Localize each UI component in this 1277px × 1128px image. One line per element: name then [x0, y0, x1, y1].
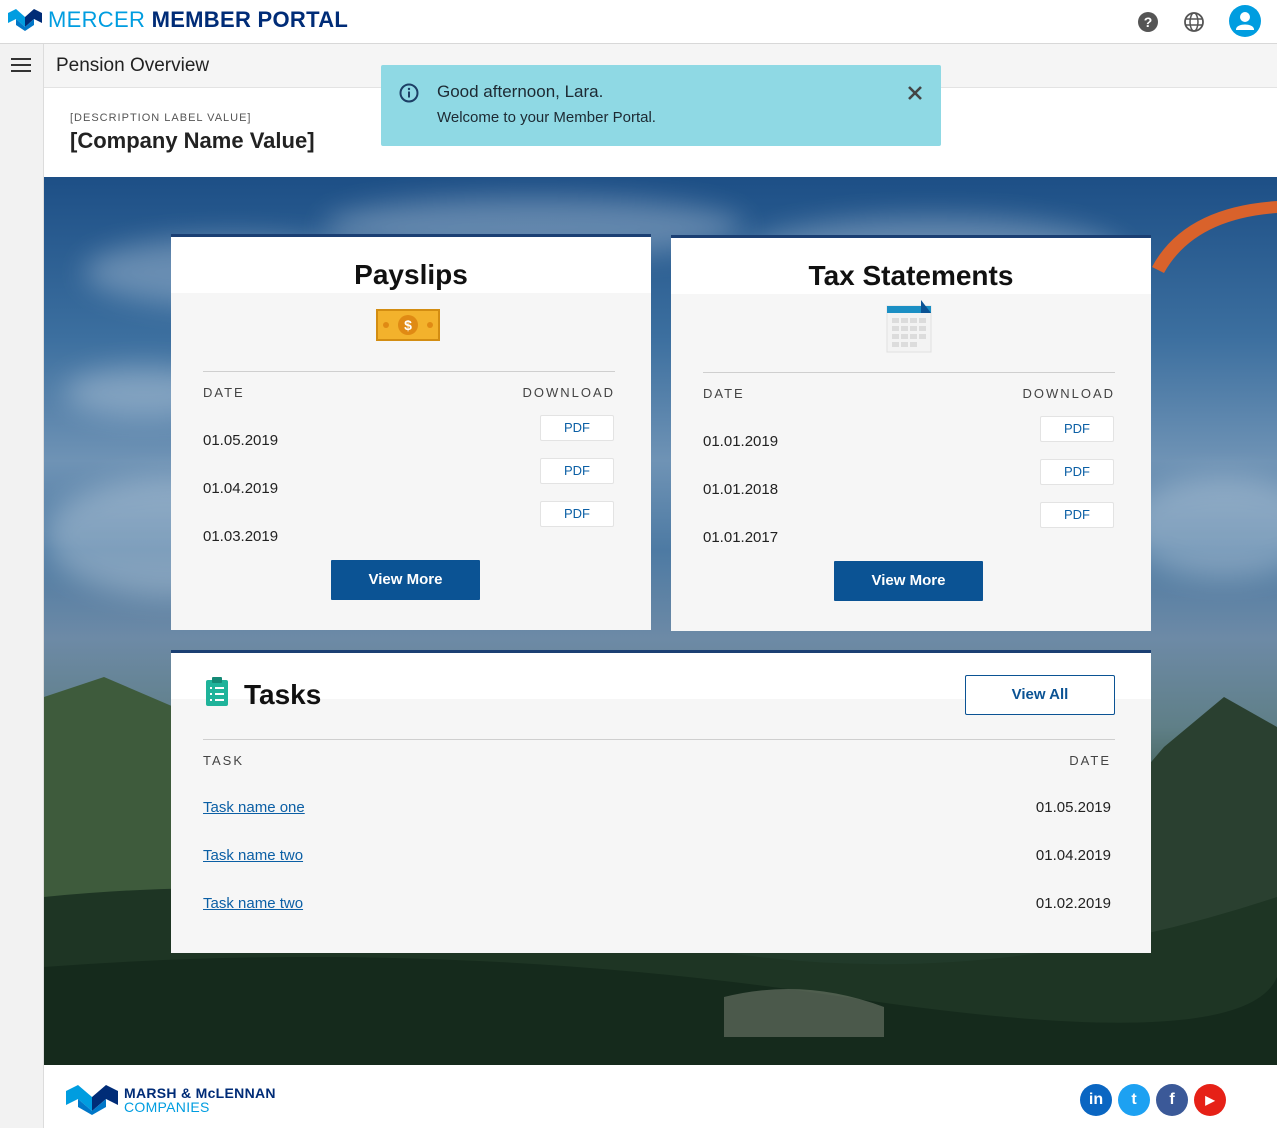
youtube-icon[interactable]: ▶ — [1194, 1084, 1226, 1116]
tax-date-2: 01.01.2018 — [703, 481, 779, 498]
payslips-view-more-button[interactable]: View More — [331, 560, 480, 600]
user-avatar-icon[interactable] — [1229, 5, 1261, 37]
tax-view-more-button[interactable]: View More — [834, 561, 983, 601]
brand-light: MERCER — [48, 7, 146, 32]
brand-title: MERCER MEMBER PORTAL — [48, 8, 348, 32]
payslip-date-2: 01.04.2019 — [203, 480, 279, 497]
task-link-1[interactable]: Task name one — [203, 799, 305, 816]
tax-pdf-button-1[interactable]: PDF — [1040, 416, 1114, 442]
task-date-3: 01.02.2019 — [1035, 895, 1111, 912]
marsh-mclennan-logo[interactable]: MARSH & McLENNAN COMPANIES — [66, 1085, 276, 1115]
payslip-pdf-button-2[interactable]: PDF — [540, 458, 614, 484]
hamburger-menu-icon[interactable] — [11, 58, 31, 74]
clipboard-list-icon — [206, 677, 228, 706]
task-date-1: 01.05.2019 — [1035, 799, 1111, 816]
tax-statements-card: Tax Statements DATE DOWNLOAD 01.01.2019 … — [671, 235, 1151, 631]
mmc-logo-icon — [66, 1085, 118, 1115]
tasks-card: Tasks View All TASK DATE Task name one T… — [171, 650, 1151, 953]
twitter-icon[interactable]: t — [1118, 1084, 1150, 1116]
payslips-date-header: DATE — [203, 385, 245, 400]
tax-date-header: DATE — [703, 386, 745, 401]
payslip-pdf-button-1[interactable]: PDF — [540, 415, 614, 441]
linkedin-icon[interactable]: in — [1080, 1084, 1112, 1116]
tax-pdf-button-2[interactable]: PDF — [1040, 459, 1114, 485]
footer: MARSH & McLENNAN COMPANIES in t f ▶ — [44, 1065, 1277, 1128]
task-link-3[interactable]: Task name two — [203, 895, 303, 912]
facebook-icon[interactable]: f — [1156, 1084, 1188, 1116]
user-silhouette-icon — [1236, 12, 1254, 30]
tax-date-3: 01.01.2017 — [703, 529, 779, 546]
payslips-download-header: DOWNLOAD — [522, 385, 615, 400]
tasks-date-header: DATE — [1069, 753, 1111, 768]
mercer-logo[interactable]: MERCER MEMBER PORTAL — [8, 8, 348, 32]
task-link-2[interactable]: Task name two — [203, 847, 303, 864]
close-icon[interactable] — [905, 83, 925, 103]
tax-date-1: 01.01.2019 — [703, 433, 779, 450]
info-icon — [399, 83, 419, 103]
paraglider-canopy — [1152, 201, 1277, 273]
payslip-pdf-button-3[interactable]: PDF — [540, 501, 614, 527]
payslip-date-1: 01.05.2019 — [203, 432, 279, 449]
tasks-view-all-button[interactable]: View All — [965, 675, 1115, 715]
toast-message: Welcome to your Member Portal. — [437, 109, 656, 126]
brand-bold: MEMBER PORTAL — [151, 7, 349, 32]
payslip-date-3: 01.03.2019 — [203, 528, 279, 545]
payslips-title: Payslips — [354, 259, 468, 290]
tax-download-header: DOWNLOAD — [1022, 386, 1115, 401]
tax-statements-title: Tax Statements — [808, 260, 1014, 291]
payslips-card: Payslips $ DATE DOWNLOAD 01.05.2019 01.0… — [171, 234, 651, 630]
top-header: MERCER MEMBER PORTAL ? — [0, 0, 1277, 44]
description-label: [DESCRIPTION LABEL VALUE] — [70, 112, 252, 124]
company-name: [Company Name Value] — [70, 128, 315, 153]
toast-greeting: Good afternoon, Lara. — [437, 82, 604, 101]
task-date-2: 01.04.2019 — [1035, 847, 1111, 864]
money-bill-icon: $ — [376, 309, 440, 341]
mmc-name-line2: COMPANIES — [124, 1099, 210, 1115]
page-title: Pension Overview — [56, 55, 210, 76]
welcome-toast: Good afternoon, Lara. Welcome to your Me… — [381, 65, 941, 146]
company-info: [DESCRIPTION LABEL VALUE] [Company Name … — [70, 112, 315, 154]
svg-text:?: ? — [1144, 14, 1153, 30]
tasks-task-header: TASK — [203, 753, 244, 768]
left-rail — [0, 44, 44, 1128]
mmc-name-line1: MARSH & McLENNAN — [124, 1085, 276, 1101]
calendar-icon — [886, 300, 932, 353]
tasks-title: Tasks — [244, 679, 322, 710]
globe-icon[interactable] — [1183, 11, 1205, 33]
question-circle-icon[interactable]: ? — [1137, 11, 1159, 33]
svg-text:$: $ — [404, 317, 412, 333]
mercer-logo-icon — [8, 9, 42, 31]
tax-pdf-button-3[interactable]: PDF — [1040, 502, 1114, 528]
